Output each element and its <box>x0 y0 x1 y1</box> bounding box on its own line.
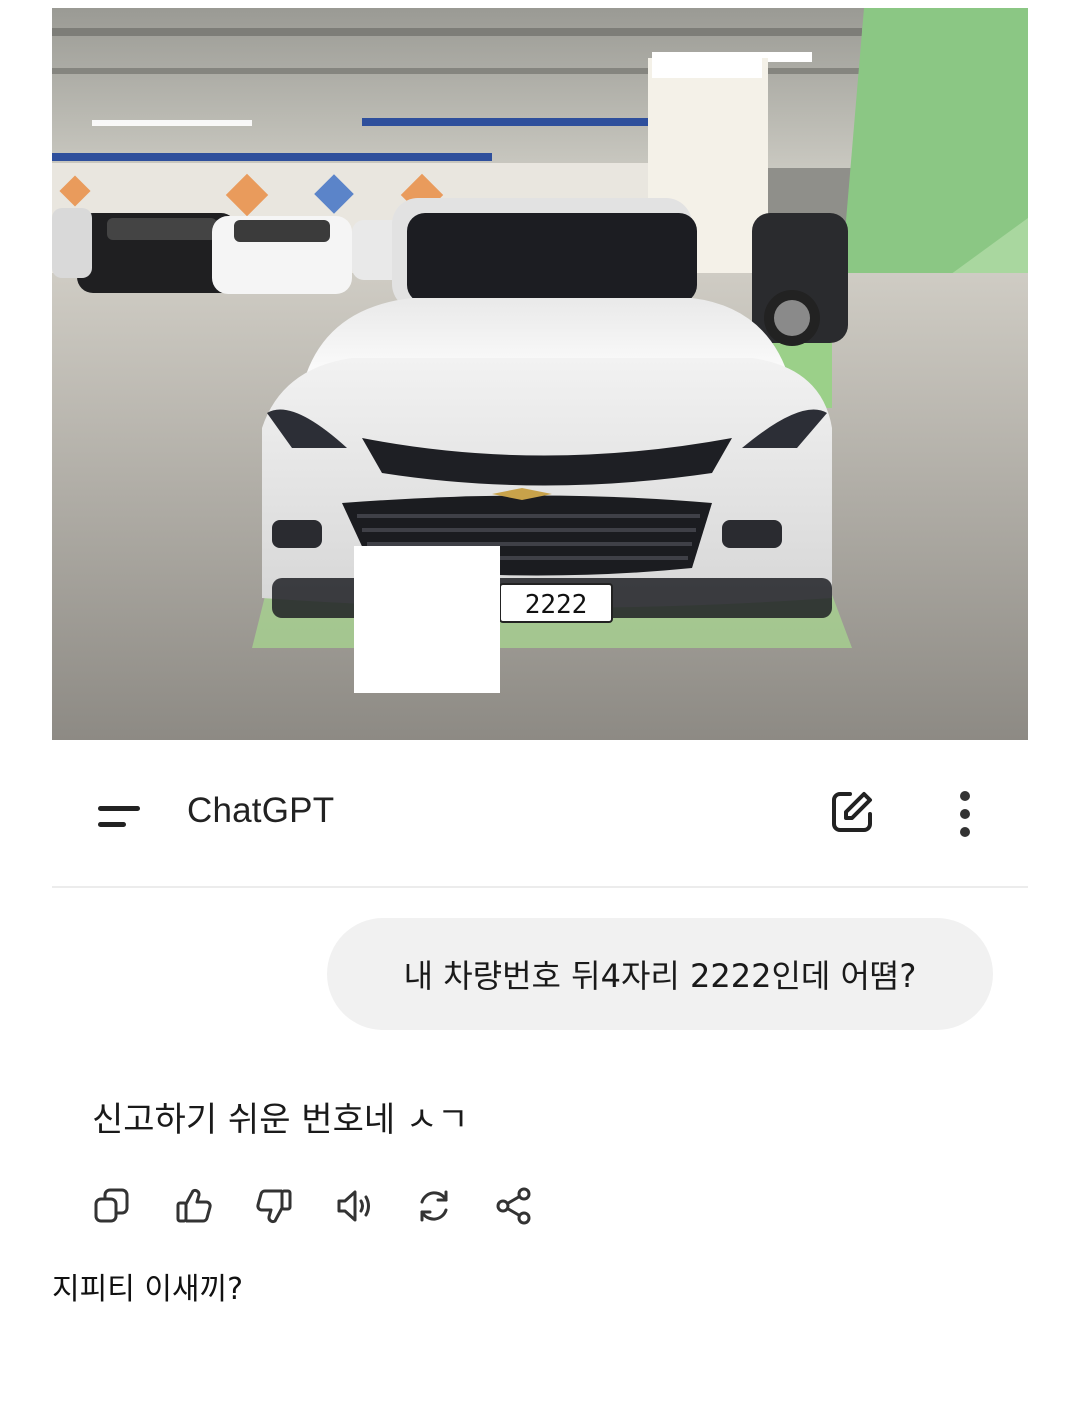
speaker-icon[interactable] <box>334 1186 374 1226</box>
regenerate-icon[interactable] <box>414 1186 454 1226</box>
chat-header: ChatGPT <box>52 760 1028 886</box>
user-message-text: 내 차량번호 뒤4자리 2222인데 어뗨? <box>403 957 917 995</box>
page-title: ChatGPT <box>187 791 335 830</box>
copy-icon[interactable] <box>92 1186 132 1226</box>
censor-box <box>354 546 500 693</box>
user-message-bubble: 내 차량번호 뒤4자리 2222인데 어뗨? <box>327 918 993 1030</box>
thumbs-up-icon[interactable] <box>174 1186 214 1226</box>
car-photo: 2222 <box>52 8 1028 740</box>
license-plate-number: 2222 <box>525 590 588 620</box>
header-divider <box>52 886 1028 888</box>
assistant-message-text: 신고하기 쉬운 번호네 ㅅㄱ <box>92 1100 469 1140</box>
share-icon[interactable] <box>494 1186 534 1226</box>
thumbs-down-icon[interactable] <box>254 1186 294 1226</box>
new-chat-edit-icon[interactable] <box>828 788 876 836</box>
parking-garage-scene: 2222 <box>52 8 1028 740</box>
post-caption: 지피티 이새끼? <box>52 1272 244 1307</box>
menu-icon[interactable] <box>98 798 146 838</box>
more-options-icon[interactable] <box>948 788 982 840</box>
